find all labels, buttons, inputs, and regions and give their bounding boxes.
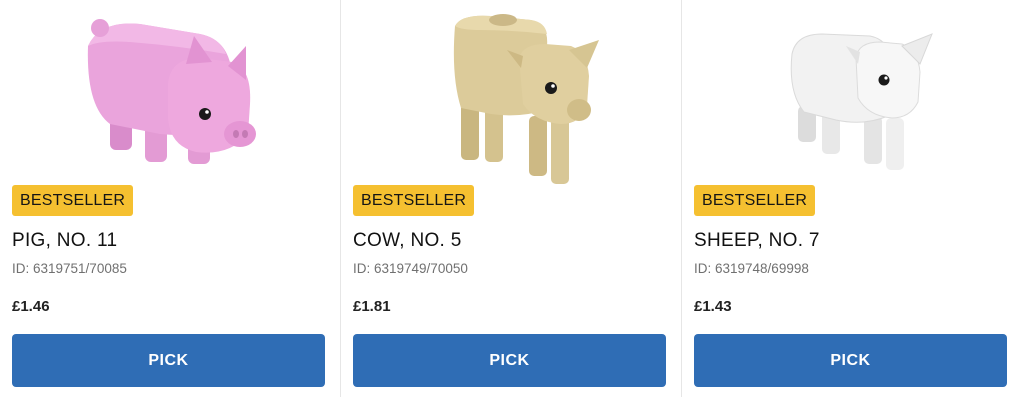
bestseller-badge: BESTSELLER — [353, 185, 475, 216]
pick-button[interactable]: PICK — [694, 334, 1007, 387]
product-card-pig: BESTSELLER PIG, NO. 11 ID: 6319751/70085… — [0, 0, 341, 397]
pig-figure-icon — [87, 19, 256, 164]
bestseller-badge: BESTSELLER — [12, 185, 134, 216]
pick-button[interactable]: PICK — [12, 334, 325, 387]
product-image[interactable] — [0, 0, 341, 185]
product-card-cow: BESTSELLER COW, NO. 5 ID: 6319749/70050 … — [341, 0, 682, 397]
product-card-sheep: BESTSELLER SHEEP, NO. 7 ID: 6319748/6999… — [682, 0, 1023, 397]
pick-button[interactable]: PICK — [353, 334, 666, 387]
product-price: £1.43 — [694, 298, 732, 315]
product-price: £1.46 — [12, 298, 50, 315]
product-id: ID: 6319751/70085 — [12, 261, 127, 276]
sheep-figure-icon — [790, 33, 933, 170]
product-image[interactable] — [341, 0, 682, 185]
product-image[interactable] — [682, 0, 1023, 185]
product-id: ID: 6319748/69998 — [694, 261, 809, 276]
product-grid: BESTSELLER PIG, NO. 11 ID: 6319751/70085… — [0, 0, 1024, 397]
product-price: £1.81 — [353, 298, 391, 315]
product-title[interactable]: PIG, NO. 11 — [12, 230, 117, 252]
bestseller-badge: BESTSELLER — [694, 185, 816, 216]
product-title[interactable]: SHEEP, NO. 7 — [694, 230, 820, 252]
cow-figure-icon — [453, 14, 599, 184]
product-title[interactable]: COW, NO. 5 — [353, 230, 462, 252]
product-id: ID: 6319749/70050 — [353, 261, 468, 276]
